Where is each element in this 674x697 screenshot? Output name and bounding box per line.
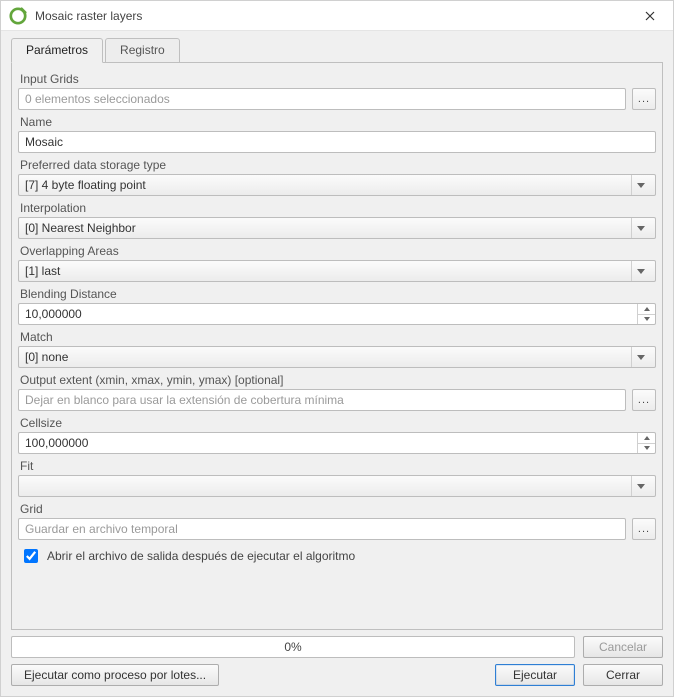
overlapping-select[interactable]: [1] last [18, 260, 656, 282]
bottom-area: 0% Cancelar Ejecutar como proceso por lo… [11, 630, 663, 686]
output-extent-browse-button[interactable]: ... [632, 389, 656, 411]
preferred-storage-select[interactable]: [7] 4 byte floating point [18, 174, 656, 196]
progress-text: 0% [284, 640, 301, 654]
label-grid: Grid [18, 499, 656, 518]
batch-button[interactable]: Ejecutar como proceso por lotes... [11, 664, 219, 686]
blending-value: 10,000000 [19, 304, 637, 324]
label-fit: Fit [18, 456, 656, 475]
cellsize-spinner[interactable]: 100,000000 [18, 432, 656, 454]
grid-output-browse-button[interactable]: ... [632, 518, 656, 540]
parameters-panel: Input Grids 0 elementos seleccionados ..… [11, 63, 663, 630]
close-icon [645, 11, 655, 21]
match-select[interactable]: [0] none [18, 346, 656, 368]
spinner-down-icon[interactable] [638, 315, 655, 325]
content-area: Parámetros Registro Input Grids 0 elemen… [1, 31, 673, 696]
tab-bar: Parámetros Registro [11, 39, 663, 63]
run-button[interactable]: Ejecutar [495, 664, 575, 686]
interpolation-value: [0] Nearest Neighbor [25, 221, 631, 235]
tab-registro[interactable]: Registro [105, 38, 180, 63]
input-grids-display[interactable]: 0 elementos seleccionados [18, 88, 626, 110]
overlapping-value: [1] last [25, 264, 631, 278]
label-interpolation: Interpolation [18, 198, 656, 217]
label-name: Name [18, 112, 656, 131]
label-cellsize: Cellsize [18, 413, 656, 432]
chevron-down-icon [631, 175, 649, 195]
chevron-down-icon [631, 347, 649, 367]
blending-spinner[interactable]: 10,000000 [18, 303, 656, 325]
name-input[interactable] [18, 131, 656, 153]
cellsize-value: 100,000000 [19, 433, 637, 453]
label-input-grids: Input Grids [18, 69, 656, 88]
label-preferred-storage: Preferred data storage type [18, 155, 656, 174]
spinner-buttons [637, 304, 655, 324]
label-match: Match [18, 327, 656, 346]
chevron-down-icon [631, 476, 649, 496]
open-output-checkbox[interactable] [24, 549, 38, 563]
tab-parametros[interactable]: Parámetros [11, 38, 103, 63]
label-blending: Blending Distance [18, 284, 656, 303]
dialog-window: Mosaic raster layers Parámetros Registro… [0, 0, 674, 697]
titlebar: Mosaic raster layers [1, 1, 673, 31]
cancel-button[interactable]: Cancelar [583, 636, 663, 658]
spinner-down-icon[interactable] [638, 444, 655, 454]
progress-bar: 0% [11, 636, 575, 658]
chevron-down-icon [631, 218, 649, 238]
input-grids-browse-button[interactable]: ... [632, 88, 656, 110]
window-title: Mosaic raster layers [35, 9, 635, 23]
spinner-buttons [637, 433, 655, 453]
spinner-up-icon[interactable] [638, 433, 655, 444]
grid-output-input[interactable] [18, 518, 626, 540]
fit-select[interactable] [18, 475, 656, 497]
label-overlapping: Overlapping Areas [18, 241, 656, 260]
app-logo-icon [9, 7, 27, 25]
output-extent-input[interactable] [18, 389, 626, 411]
open-output-label: Abrir el archivo de salida después de ej… [47, 549, 355, 563]
match-value: [0] none [25, 350, 631, 364]
preferred-storage-value: [7] 4 byte floating point [25, 178, 631, 192]
spinner-up-icon[interactable] [638, 304, 655, 315]
interpolation-select[interactable]: [0] Nearest Neighbor [18, 217, 656, 239]
chevron-down-icon [631, 261, 649, 281]
close-button[interactable] [635, 1, 665, 31]
close-dialog-button[interactable]: Cerrar [583, 664, 663, 686]
label-output-extent: Output extent (xmin, xmax, ymin, ymax) [… [18, 370, 656, 389]
